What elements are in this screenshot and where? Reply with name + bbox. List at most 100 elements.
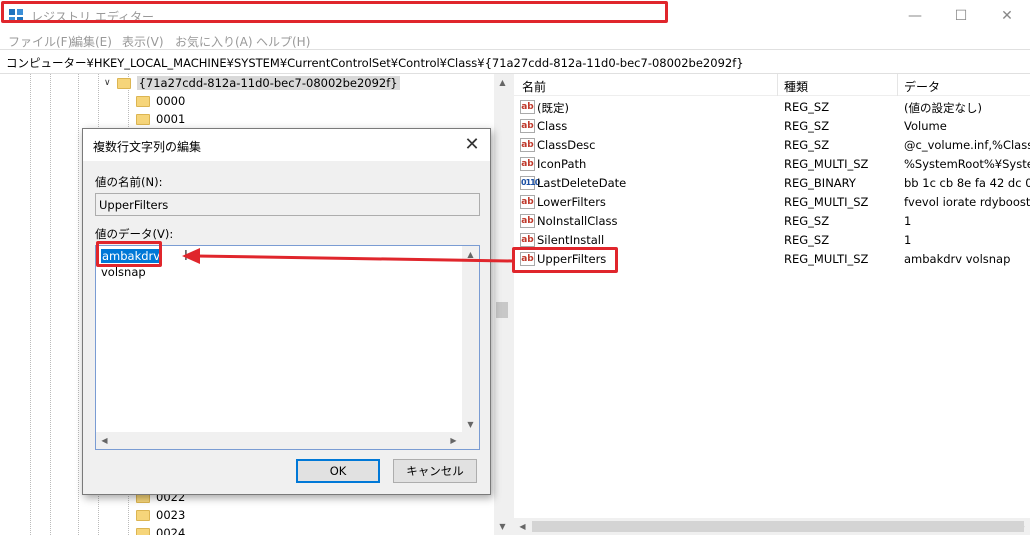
list-row[interactable]: ab (既定) REG_SZ (値の設定なし)	[514, 98, 1030, 117]
value-data: ambakdrv volsnap	[904, 252, 1011, 266]
tree-item[interactable]: 0000	[136, 92, 185, 110]
column-header-name[interactable]: 名前	[522, 78, 546, 95]
tree-guide-line	[50, 74, 51, 535]
value-type: REG_MULTI_SZ	[784, 157, 869, 171]
list-row[interactable]: ab NoInstallClass REG_SZ 1	[514, 212, 1030, 231]
value-data: 1	[904, 233, 912, 247]
value-name: ClassDesc	[537, 138, 596, 152]
menu-file[interactable]: ファイル(F)	[8, 33, 72, 50]
folder-icon	[136, 509, 150, 521]
data-vertical-scrollbar[interactable]	[462, 246, 479, 432]
value-name: (既定)	[537, 101, 569, 115]
value-data: %SystemRoot%¥System	[904, 157, 1030, 171]
tree-item[interactable]: 0001	[136, 110, 185, 128]
value-data-textarea[interactable]: ambakdrv I volsnap ▲ ▼ ◀ ▶	[95, 245, 480, 450]
value-type: REG_MULTI_SZ	[784, 252, 869, 266]
binary-value-icon: 0110	[520, 176, 540, 190]
value-name: SilentInstall	[537, 233, 605, 247]
scrollbar-corner	[462, 432, 479, 449]
list-row[interactable]: 0110 LastDeleteDate REG_BINARY bb 1c cb 8e …	[514, 174, 1030, 193]
maximize-button[interactable]: ☐	[938, 0, 984, 32]
tree-item[interactable]: 0023	[136, 506, 185, 524]
text-cursor-icon: I	[184, 249, 188, 264]
values-list-pane[interactable]: 名前 種類 データ ab (既定) REG_SZ (値の設定なし) ab Class REG…	[514, 74, 1030, 535]
scroll-down-icon[interactable]: ▼	[494, 518, 511, 534]
tree-item-class-guid[interactable]: ∨ {71a27cdd-812a-11d0-bec7-08002be2092f}	[104, 74, 400, 92]
value-name: LastDeleteDate	[537, 176, 627, 190]
value-name-field: UpperFilters	[95, 193, 480, 216]
value-name: IconPath	[537, 157, 587, 171]
tree-guide-line	[78, 74, 79, 535]
tree-item-label: 0000	[156, 94, 186, 108]
data-horizontal-scrollbar[interactable]	[96, 432, 462, 449]
menu-edit[interactable]: 編集(E)	[71, 33, 112, 50]
string-value-icon: ab	[520, 119, 535, 133]
value-type: REG_MULTI_SZ	[784, 195, 869, 209]
menu-favorites[interactable]: お気に入り(A)	[175, 33, 253, 50]
value-data: fvevol iorate rdyboost	[904, 195, 1030, 209]
list-row[interactable]: ab Class REG_SZ Volume	[514, 117, 1030, 136]
list-scrollbar-thumb[interactable]	[532, 521, 1024, 532]
value-type: REG_SZ	[784, 100, 830, 114]
upperfilters-highlight-box	[512, 247, 618, 273]
list-header: 名前 種類 データ	[514, 74, 1030, 96]
menu-view[interactable]: 表示(V)	[122, 33, 164, 50]
folder-icon	[136, 95, 150, 107]
scroll-up-icon[interactable]: ▲	[462, 246, 479, 262]
tree-item-label: 0024	[156, 526, 186, 535]
value-name-label: 値の名前(N):	[95, 175, 163, 189]
folder-icon	[136, 113, 150, 125]
value-data: @c_volume.inf,%ClassD	[904, 138, 1030, 152]
value-name: LowerFilters	[537, 195, 606, 209]
list-row[interactable]: ab LowerFilters REG_MULTI_SZ fvevol iorate …	[514, 193, 1030, 212]
string-value-icon: ab	[520, 157, 535, 171]
string-value-icon: ab	[520, 100, 535, 114]
menu-help[interactable]: ヘルプ(H)	[256, 33, 310, 50]
scroll-up-icon[interactable]: ▲	[494, 74, 511, 90]
address-path[interactable]: コンピューター¥HKEY_LOCAL_MACHINE¥SYSTEM¥Curren…	[6, 55, 744, 71]
column-divider[interactable]	[897, 74, 898, 96]
scroll-right-icon[interactable]: ▶	[445, 432, 462, 448]
scroll-left-icon[interactable]: ◀	[514, 518, 531, 534]
address-highlight-box	[1, 1, 668, 23]
value-name: NoInstallClass	[537, 214, 618, 228]
string-value-icon: ab	[520, 138, 535, 152]
menu-bar: ファイル(F) 編集(E) 表示(V) お気に入り(A) ヘルプ(H)	[0, 32, 1030, 50]
address-bar[interactable]: コンピューター¥HKEY_LOCAL_MACHINE¥SYSTEM¥Curren…	[0, 49, 1030, 74]
close-button[interactable]: ✕	[984, 0, 1030, 32]
string-value-icon: ab	[520, 233, 535, 247]
value-data: 1	[904, 214, 912, 228]
edit-multi-string-dialog: 複数行文字列の編集 ✕ 値の名前(N): UpperFilters 値のデータ(…	[82, 128, 491, 495]
ok-button[interactable]: OK	[296, 459, 380, 483]
list-row[interactable]: ab ClassDesc REG_SZ @c_volume.inf,%ClassD	[514, 136, 1030, 155]
tree-item[interactable]: 0024	[136, 524, 185, 535]
tree-item-label: 0001	[156, 112, 186, 126]
value-type: REG_SZ	[784, 138, 830, 152]
scroll-left-icon[interactable]: ◀	[96, 432, 113, 448]
tree-item-label: 0023	[156, 508, 186, 522]
folder-icon	[116, 77, 131, 89]
data-line[interactable]: volsnap	[101, 265, 146, 279]
tree-item-label: {71a27cdd-812a-11d0-bec7-08002be2092f}	[136, 76, 400, 90]
value-name: Class	[537, 119, 568, 133]
tree-guide-line	[30, 74, 31, 535]
column-header-data[interactable]: データ	[904, 78, 940, 95]
value-data-label: 値のデータ(V):	[95, 227, 174, 241]
chevron-down-icon[interactable]: ∨	[104, 78, 111, 88]
value-type: REG_SZ	[784, 233, 830, 247]
dialog-title: 複数行文字列の編集	[93, 140, 202, 154]
close-icon[interactable]: ✕	[461, 134, 483, 156]
column-divider[interactable]	[777, 74, 778, 96]
value-type: REG_BINARY	[784, 176, 856, 190]
column-header-type[interactable]: 種類	[784, 78, 808, 95]
value-type: REG_SZ	[784, 119, 830, 133]
value-data: (値の設定なし)	[904, 101, 982, 115]
folder-icon	[136, 527, 150, 535]
cancel-button[interactable]: キャンセル	[393, 459, 477, 483]
scroll-down-icon[interactable]: ▼	[462, 416, 479, 432]
string-value-icon: ab	[520, 214, 535, 228]
value-data: bb 1c cb 8e fa 42 dc 01	[904, 176, 1030, 190]
tree-scrollbar-thumb[interactable]	[496, 302, 508, 318]
minimize-button[interactable]: —	[892, 0, 938, 32]
list-row[interactable]: abIconPath REG_MULTI_SZ %SystemRoot%¥Syste…	[514, 155, 1030, 174]
